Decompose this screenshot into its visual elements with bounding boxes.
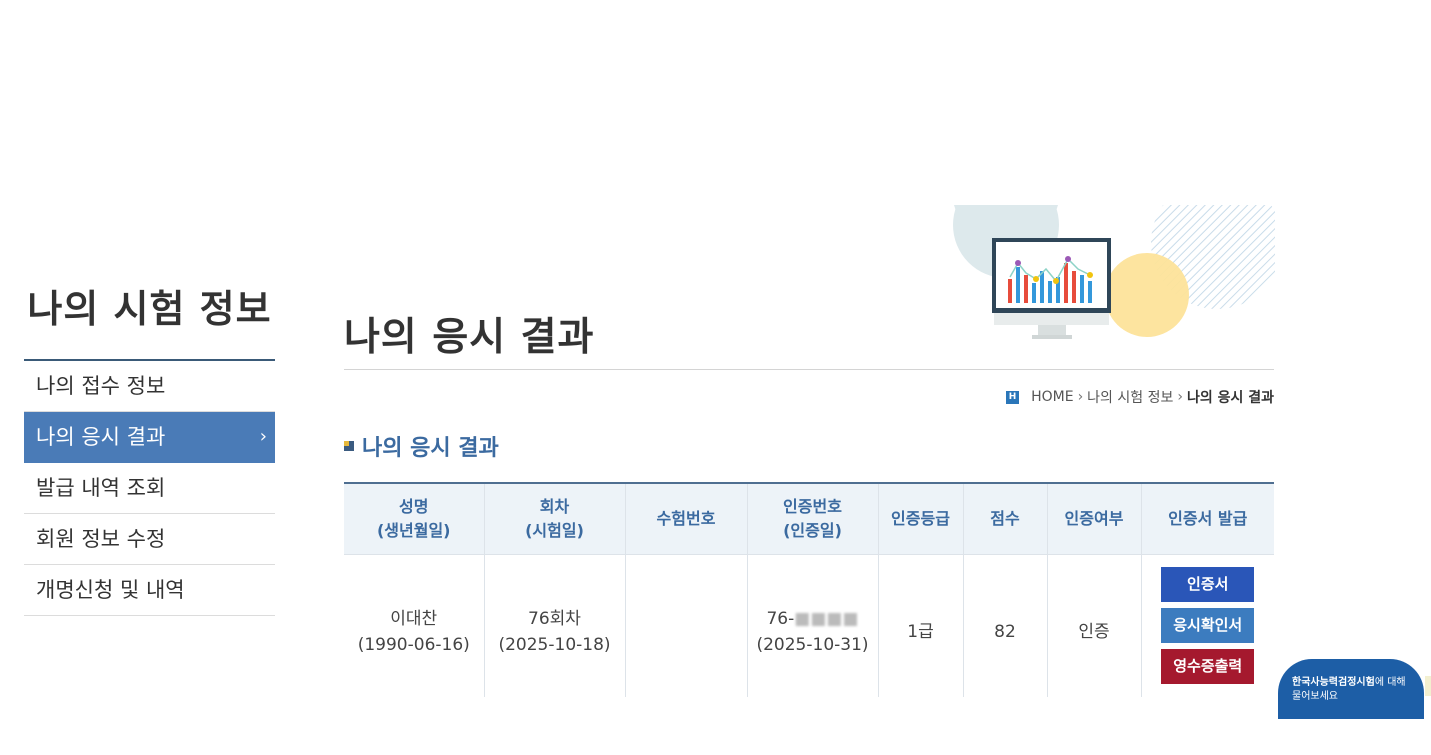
cert-date-value: (2025-10-31) (756, 635, 869, 655)
sidebar-item-label: 개명신청 및 내역 (36, 578, 185, 602)
sidebar-menu: 나의 접수 정보 나의 응시 결과 › 발급 내역 조회 회원 정보 수정 개명… (24, 359, 275, 616)
sidebar-item-issuance-history[interactable]: 발급 내역 조회 (24, 463, 275, 514)
breadcrumb-separator-icon: › (1077, 389, 1084, 405)
square-bullet-icon (344, 441, 354, 451)
side-strip (1425, 676, 1431, 696)
cell-cert-number: 76-■■■■ (2025-10-31) (747, 554, 879, 709)
header-cert-issue: 인증서 발급 (1141, 483, 1274, 555)
sidebar-item-edit-member-info[interactable]: 회원 정보 수정 (24, 514, 275, 565)
cell-name: 이대찬 (1990-06-16) (344, 554, 485, 709)
exam-confirmation-button[interactable]: 응시확인서 (1161, 608, 1255, 643)
chat-line2: 물어보세요 (1292, 691, 1338, 702)
page: 나의 시험 정보 나의 접수 정보 나의 응시 결과 › 발급 내역 조회 회원… (0, 0, 1431, 755)
sidebar-item-label: 나의 응시 결과 (36, 425, 166, 449)
breadcrumb-current: 나의 응시 결과 (1186, 390, 1274, 406)
home-icon[interactable]: H (1006, 390, 1020, 404)
birthdate-value: (1990-06-16) (357, 635, 470, 655)
cell-grade: 1급 (878, 554, 964, 709)
header-score: 점수 (963, 483, 1048, 555)
chat-text: 에 대해 (1374, 677, 1406, 688)
sidebar-item-name-change[interactable]: 개명신청 및 내역 (24, 565, 275, 616)
breadcrumb: H HOME › 나의 시험 정보 › 나의 응시 결과 (1006, 387, 1274, 407)
section-title: 나의 응시 결과 (344, 430, 499, 462)
monitor-chart-illustration (953, 205, 1275, 339)
cell-cert-issue: 인증서 응시확인서 영수증출력 (1141, 555, 1274, 710)
certificate-button[interactable]: 인증서 (1161, 567, 1255, 602)
chatbot-bubble[interactable]: 한국사능력검정시험에 대해 물어보세요 (1278, 659, 1424, 719)
name-value: 이대찬 (390, 609, 438, 629)
header-grade: 인증등급 (878, 483, 964, 555)
header-exam-number: 수험번호 (625, 483, 748, 555)
sidebar-item-exam-results[interactable]: 나의 응시 결과 › (24, 412, 275, 463)
receipt-print-button[interactable]: 영수증출력 (1161, 649, 1255, 684)
cell-exam-number (625, 554, 748, 709)
table-row: 이대찬 (1990-06-16) 76회차 (2025-10-18) 76-■■… (344, 554, 1274, 710)
chevron-right-icon: › (259, 426, 267, 447)
viewport-bottom (0, 697, 1431, 755)
table-header-row: 성명 (생년월일) 회차 (시험일) 수험번호 인증번호 (인증일) 인증등급 점수 … (344, 483, 1274, 555)
results-table: 성명 (생년월일) 회차 (시험일) 수험번호 인증번호 (인증일) 인증등급 점수 … (344, 482, 1274, 709)
cell-score: 82 (963, 554, 1048, 709)
sidebar-item-label: 나의 접수 정보 (36, 374, 166, 398)
sidebar-item-label: 회원 정보 수정 (36, 527, 166, 551)
chat-bold-text: 한국사능력검정시험 (1292, 677, 1375, 688)
cell-round: 76회차 (2025-10-18) (484, 554, 626, 709)
breadcrumb-home[interactable]: HOME (1031, 389, 1073, 405)
exam-date-value: (2025-10-18) (498, 635, 611, 655)
cert-number-value: 76-■■■■ (766, 609, 859, 629)
header-status: 인증여부 (1047, 483, 1142, 555)
cell-status: 인증 (1047, 554, 1142, 709)
section-title-text: 나의 응시 결과 (362, 436, 499, 461)
header-cert-number: 인증번호 (인증일) (747, 483, 879, 555)
breadcrumb-separator-icon: › (1177, 389, 1183, 405)
title-divider (344, 369, 1274, 370)
header-round: 회차 (시험일) (484, 483, 626, 555)
sidebar-item-label: 발급 내역 조회 (36, 476, 166, 500)
breadcrumb-my-exam-info[interactable]: 나의 시험 정보 (1087, 387, 1173, 407)
sidebar-item-registration-info[interactable]: 나의 접수 정보 (24, 361, 275, 412)
sidebar-title: 나의 시험 정보 (27, 287, 272, 331)
page-title: 나의 응시 결과 (344, 315, 595, 360)
round-value: 76회차 (528, 609, 581, 629)
header-name: 성명 (생년월일) (344, 483, 485, 555)
